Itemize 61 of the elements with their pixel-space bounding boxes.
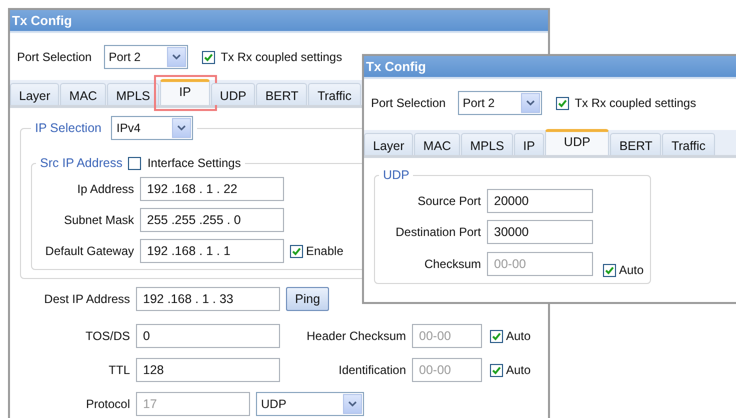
tab[interactable]: BERT [610,133,662,155]
checkbox-label: Auto [619,263,644,277]
tab[interactable]: Traffic [308,83,360,105]
checkbox[interactable] [290,244,303,258]
field-label: Subnet Mask [62,213,134,227]
field-label: TTL [108,363,130,377]
tab[interactable]: MAC [414,133,460,155]
input-field[interactable]: 0 [136,324,280,348]
group-title: Src IP Address [40,156,122,170]
field-label: Ip Address [76,182,134,196]
checkbox-label: Interface Settings [147,156,241,170]
ip-address-field[interactable]: 192 .168 . 1 . 33 [136,287,280,311]
chevron-down-icon [348,401,357,407]
field-label: Port Selection [371,96,446,110]
checkbox-label: Enable [306,244,344,258]
tab[interactable]: IP [160,79,210,105]
checkbox-label: Tx Rx coupled settings [220,50,342,64]
input-field[interactable]: 30000 [487,220,593,244]
port-dropdown[interactable]: Port 2 [104,45,188,69]
field-label: Destination Port [394,225,481,239]
tab[interactable]: Layer [10,83,60,105]
field-label: TOS/DS [84,329,130,343]
window-title: Tx Config [366,59,426,74]
checkbox[interactable] [128,156,142,170]
tab[interactable]: IP [514,133,544,155]
checkbox-label: Auto [506,329,531,343]
port-dropdown[interactable]: Port 2 [458,91,542,115]
tab[interactable]: Traffic [662,133,714,155]
input-field[interactable]: 128 [136,358,280,382]
tab[interactable]: BERT [256,83,308,105]
input-field[interactable]: 20000 [487,189,593,213]
chevron-down-icon [177,125,186,131]
field-label: Identification [338,363,406,377]
group-title: IP Selection [35,121,102,135]
field-label: Source Port [416,194,481,208]
checkbox-label: Auto [506,363,531,377]
field-label: Port Selection [17,50,92,64]
chevron-down-icon [172,54,181,60]
tab[interactable]: Layer [364,133,414,155]
ping-button[interactable]: Ping [286,287,330,311]
checkbox[interactable] [202,50,215,64]
ip-version-dropdown[interactable]: IPv4 [111,116,194,140]
checkbox[interactable] [556,96,569,110]
field-label: Header Checksum [306,329,406,343]
tab[interactable]: UDP [544,129,610,155]
tab[interactable]: MAC [60,83,106,105]
protocol-dropdown[interactable]: UDP [256,392,364,416]
field-label: Checksum [423,257,481,271]
tab[interactable]: MPLS [461,133,514,155]
group-title: UDP [383,168,410,182]
ip-address-field[interactable]: 255 .255 .255 . 0 [140,208,284,232]
tab[interactable]: UDP [210,83,256,105]
field-label: Dest IP Address [43,292,130,306]
ip-address-field[interactable]: 192 .168 . 1 . 1 [140,239,284,263]
tab[interactable]: MPLS [107,83,160,105]
window-title: Tx Config [12,13,72,28]
field-label: Default Gateway [44,244,134,258]
chevron-down-icon [526,100,535,106]
ip-address-field[interactable]: 192 .168 . 1 . 22 [140,177,284,201]
checkbox-label: Tx Rx coupled settings [574,96,696,110]
field-label: Protocol [84,397,130,411]
